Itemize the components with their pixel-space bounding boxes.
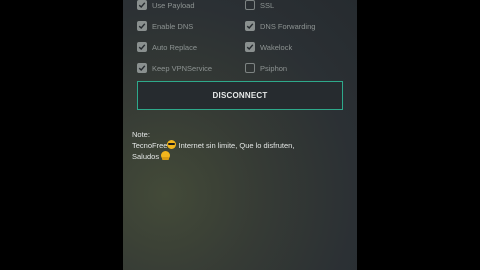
enable-dns-checkbox[interactable]	[137, 21, 147, 31]
option-dns-forwarding[interactable]: DNS Forwarding	[245, 19, 315, 33]
option-label: Use Payload	[152, 0, 195, 10]
note-line-2: Saludos	[132, 151, 347, 162]
note-text: TecnoFree	[132, 141, 168, 150]
dns-forwarding-checkbox[interactable]	[245, 21, 255, 31]
vpn-settings-panel: Use Payload SSL Enable DNS DNS Forwardin…	[123, 0, 357, 270]
option-keep-vpnservice[interactable]: Keep VPNService	[137, 61, 212, 75]
option-label: DNS Forwarding	[260, 21, 316, 31]
option-wakelock[interactable]: Wakelock	[245, 40, 292, 54]
folded-hands-emoji-icon	[161, 151, 171, 160]
option-auto-replace[interactable]: Auto Replace	[137, 40, 197, 54]
note-text: Saludos	[132, 152, 160, 161]
option-use-payload[interactable]: Use Payload	[137, 0, 195, 12]
option-psiphon[interactable]: Psiphon	[245, 61, 287, 75]
option-label: Wakelock	[260, 42, 293, 52]
note-text: Internet sin limite, Que lo disfruten,	[176, 141, 295, 150]
note-box: Note: TecnoFree Internet sin limite, Que…	[132, 130, 347, 162]
use-payload-checkbox[interactable]	[137, 0, 147, 10]
disconnect-button[interactable]: DISCONNECT	[137, 81, 343, 110]
option-ssl[interactable]: SSL	[245, 0, 274, 12]
disconnect-button-label: DISCONNECT	[212, 91, 268, 100]
screen: Use Payload SSL Enable DNS DNS Forwardin…	[0, 0, 480, 270]
option-label: Keep VPNService	[152, 63, 213, 73]
keep-vpnservice-checkbox[interactable]	[137, 63, 147, 73]
option-label: SSL	[260, 0, 275, 10]
option-label: Psiphon	[260, 63, 288, 73]
note-heading: Note:	[132, 130, 150, 139]
note-line-1: TecnoFree Internet sin limite, Que lo di…	[132, 140, 347, 151]
option-label: Enable DNS	[152, 21, 194, 31]
option-enable-dns[interactable]: Enable DNS	[137, 19, 193, 33]
psiphon-checkbox[interactable]	[245, 63, 255, 73]
ssl-checkbox[interactable]	[245, 0, 255, 10]
wakelock-checkbox[interactable]	[245, 42, 255, 52]
auto-replace-checkbox[interactable]	[137, 42, 147, 52]
option-label: Auto Replace	[152, 42, 198, 52]
